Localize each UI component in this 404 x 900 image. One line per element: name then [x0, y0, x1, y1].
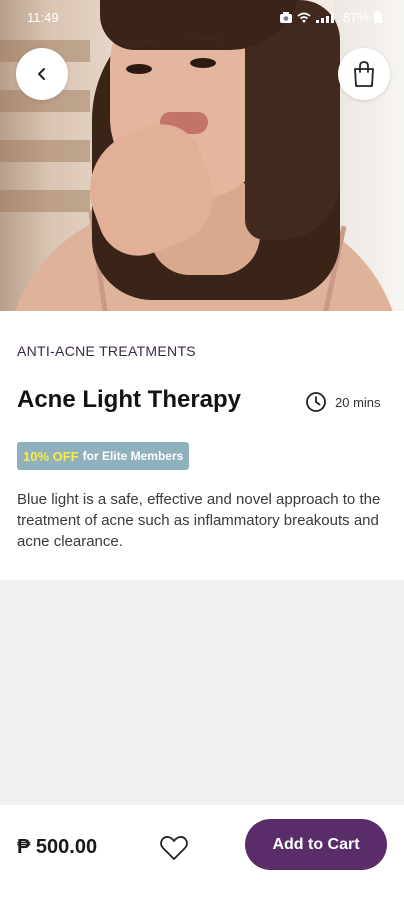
add-to-cart-button[interactable]: Add to Cart — [245, 819, 387, 870]
promo-audience: for Elite Members — [82, 449, 184, 463]
product-price: ₱ 500.00 — [17, 836, 98, 858]
heart-outline-icon[interactable] — [159, 833, 189, 863]
promo-discount: 10% OFF — [23, 448, 79, 464]
bottom-action-bar: ₱ 500.00 Add to Cart — [0, 805, 404, 900]
product-hero-image — [0, 0, 404, 311]
product-details: ANTI-ACNE TREATMENTS Acne Light Therapy … — [0, 311, 404, 580]
chevron-left-icon — [38, 68, 45, 80]
product-duration: 20 mins — [305, 391, 381, 413]
product-title: Acne Light Therapy — [17, 386, 242, 413]
status-bar: 11:49 87% — [0, 0, 404, 34]
signal-icon — [315, 12, 334, 23]
promo-badge: 10% OFF for Elite Members — [17, 442, 190, 470]
camera-icon — [279, 11, 292, 23]
shopping-bag-icon — [354, 61, 374, 87]
wifi-icon — [297, 12, 311, 22]
cart-bag-button[interactable] — [338, 48, 390, 100]
back-button[interactable] — [16, 48, 68, 100]
product-description: Blue light is a safe, effective and nove… — [17, 491, 381, 550]
battery-icon — [374, 11, 382, 23]
status-time: 11:49 — [27, 9, 59, 25]
clock-icon — [306, 392, 326, 412]
duration-label: 20 mins — [335, 394, 381, 410]
product-category: ANTI-ACNE TREATMENTS — [17, 343, 196, 359]
battery-percent: 87% — [342, 9, 369, 25]
